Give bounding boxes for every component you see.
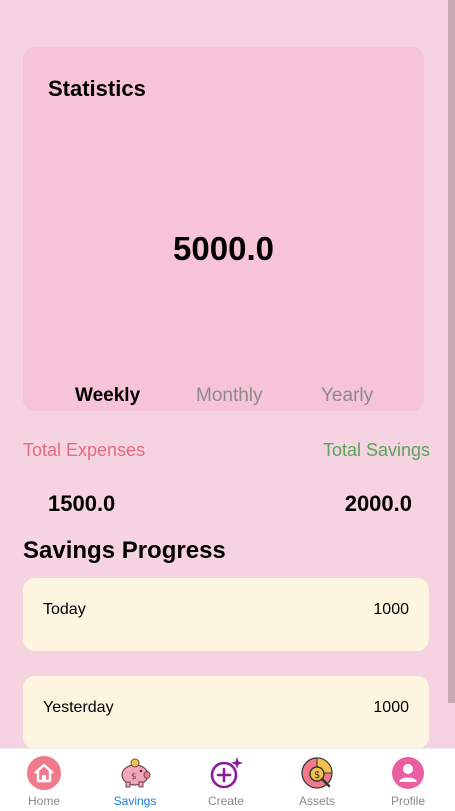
nav-label: Profile <box>390 794 425 808</box>
home-icon <box>27 756 61 790</box>
coin-search-icon: $ <box>301 757 333 789</box>
savings-progress-title: Savings Progress <box>23 537 226 564</box>
progress-row-today[interactable]: Today 1000 <box>23 578 429 651</box>
total-savings-label: Total Savings <box>322 440 430 460</box>
profile-icon <box>392 757 424 789</box>
nav-label: Savings <box>113 794 157 808</box>
progress-row-label: Today <box>43 601 86 618</box>
tab-yearly[interactable]: Yearly <box>321 385 373 407</box>
period-tabs: Weekly Monthly Yearly <box>23 385 424 411</box>
piggy-bank-icon: $ <box>121 758 151 788</box>
nav-create[interactable]: Create <box>186 749 266 811</box>
total-expenses-value: 1500.0 <box>48 491 116 516</box>
nav-savings[interactable]: $ Savings <box>95 749 175 811</box>
nav-label: Assets <box>298 794 335 808</box>
progress-row-value: 1000 <box>373 601 409 618</box>
statistics-card: Statistics 5000.0 Weekly Monthly Yearly <box>23 47 424 411</box>
add-sparkle-icon <box>210 757 243 789</box>
bottom-navigation: Home $ Savings Create $ Assets Profile <box>0 748 455 811</box>
total-savings-value: 2000.0 <box>344 491 412 516</box>
statistics-total: 5000.0 <box>173 230 274 267</box>
nav-label: Create <box>207 794 245 808</box>
svg-text:$: $ <box>131 772 137 782</box>
progress-row-yesterday[interactable]: Yesterday 1000 <box>23 676 429 749</box>
scrollbar[interactable] <box>448 0 455 703</box>
nav-assets[interactable]: $ Assets <box>277 749 357 811</box>
nav-label: Home <box>27 794 60 808</box>
statistics-title: Statistics <box>48 76 146 101</box>
progress-row-label: Yesterday <box>43 699 114 716</box>
svg-text:$: $ <box>314 770 320 781</box>
tab-weekly[interactable]: Weekly <box>75 385 140 407</box>
nav-home[interactable]: Home <box>4 749 84 811</box>
tab-monthly[interactable]: Monthly <box>196 385 263 407</box>
total-expenses-label: Total Expenses <box>23 440 146 460</box>
progress-row-value: 1000 <box>373 699 409 716</box>
nav-profile[interactable]: Profile <box>368 749 448 811</box>
